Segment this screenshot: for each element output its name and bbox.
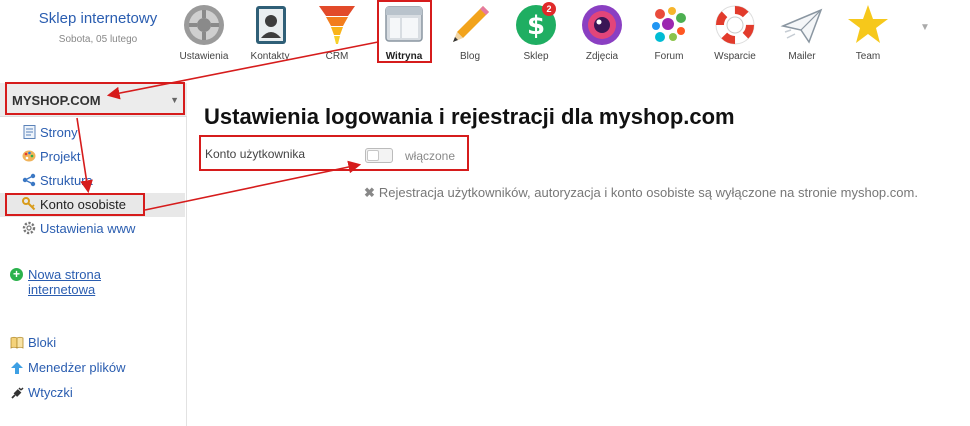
app-witryna[interactable]: Witryna (372, 2, 436, 62)
brand-date: Sobota, 05 lutego (58, 34, 138, 45)
sidebar-link-label: Bloki (28, 335, 57, 350)
toggle-state-text: włączone (405, 149, 456, 163)
page-icon (22, 125, 36, 139)
app-ustawienia[interactable]: Ustawienia (172, 2, 236, 62)
sidebar-item-label: Projekt (40, 149, 81, 164)
share-icon (22, 173, 36, 187)
app-kontakty[interactable]: Kontakty (238, 2, 302, 62)
app-root: Sklep internetowy Sobota, 05 lutego Usta… (0, 0, 970, 426)
sidebar-item-strony[interactable]: Strony (0, 121, 185, 145)
app-label: Wsparcie (714, 51, 756, 62)
notice-text: Rejestracja użytkowników, autoryzacja i … (378, 185, 918, 200)
left-sidebar: MYSHOP.COM ▼ Strony Projekt Struktura Ko… (0, 83, 187, 426)
brand: Sklep internetowy Sobota, 05 lutego (0, 10, 196, 45)
notification-badge: 2 (542, 2, 556, 16)
app-label: Sklep (523, 51, 549, 62)
app-label: CRM (325, 51, 349, 62)
plug-icon (10, 386, 24, 400)
star-person-icon (848, 5, 888, 43)
page-title: Ustawienia logowania i rejestracji dla m… (204, 104, 735, 129)
palette-icon (22, 149, 36, 163)
app-blog[interactable]: Blog (438, 2, 502, 62)
camera-lens-icon (582, 5, 622, 45)
app-label: Kontakty (250, 51, 290, 62)
app-forum[interactable]: Forum (637, 2, 701, 62)
app-zdjecia[interactable]: Zdjęcia (570, 2, 634, 62)
sidebar-item-label: Ustawienia www (40, 221, 136, 236)
gear-icon (184, 5, 224, 45)
site-name: MYSHOP.COM (12, 93, 101, 108)
sidebar-item-ustawienia-www[interactable]: Ustawienia www (0, 217, 185, 241)
app-label: Witryna (385, 51, 423, 62)
top-app-bar: Sklep internetowy Sobota, 05 lutego Usta… (0, 0, 970, 76)
colorful-dots-icon (652, 7, 686, 42)
app-label: Team (855, 51, 881, 62)
sidebar-item-projekt[interactable]: Projekt (0, 145, 185, 169)
sidebar-item-label: Struktura (40, 173, 93, 188)
app-team[interactable]: Team (836, 2, 900, 62)
toggle-knob (367, 150, 379, 161)
site-selector[interactable]: MYSHOP.COM ▼ (0, 83, 187, 117)
key-icon (22, 197, 36, 211)
lifebuoy-icon (715, 5, 755, 45)
app-label: Forum (654, 51, 684, 62)
paper-plane-icon (780, 8, 823, 44)
app-label: Blog (459, 51, 480, 62)
more-apps-caret-icon[interactable]: ▼ (920, 22, 930, 33)
sidebar-link-label: Wtyczki (28, 385, 73, 400)
book-icon (10, 336, 24, 350)
pencil-icon (453, 6, 489, 42)
new-website-label: Nowa strona internetowa (28, 267, 101, 297)
gear-icon (22, 221, 36, 235)
app-crm[interactable]: CRM (305, 2, 369, 62)
app-label: Zdjęcia (585, 51, 619, 62)
website-window-icon (385, 6, 423, 42)
app-mailer[interactable]: Mailer (770, 2, 834, 62)
chevron-down-icon: ▼ (170, 95, 179, 105)
upload-arrow-icon (10, 361, 24, 375)
app-wsparcie[interactable]: Wsparcie (703, 2, 767, 62)
funnel-icon (319, 6, 355, 44)
app-label: Ustawienia (179, 51, 229, 62)
app-sklep[interactable]: $ 2 Sklep (504, 2, 568, 62)
sidebar-item-konto-osobiste[interactable]: Konto osobiste (0, 193, 185, 217)
sidebar-item-label: Konto osobiste (40, 197, 127, 212)
plus-icon: + (10, 268, 23, 281)
app-label: Mailer (788, 51, 816, 62)
sidebar-item-struktura[interactable]: Struktura (0, 169, 185, 193)
sidebar-link-label: Menedżer plików (28, 360, 126, 375)
user-account-toggle[interactable] (365, 148, 393, 163)
disabled-notice: ✖ Rejestracja użytkowników, autoryzacja i… (364, 185, 918, 201)
sidebar-item-label: Strony (40, 125, 78, 140)
user-account-label: Konto użytkownika (205, 147, 306, 161)
brand-title[interactable]: Sklep internetowy (0, 10, 196, 27)
svg-text:$: $ (527, 11, 545, 41)
main-content: Ustawienia logowania i rejestracji dla m… (187, 83, 970, 426)
contacts-book-icon (256, 6, 286, 44)
close-icon: ✖ (364, 185, 375, 200)
